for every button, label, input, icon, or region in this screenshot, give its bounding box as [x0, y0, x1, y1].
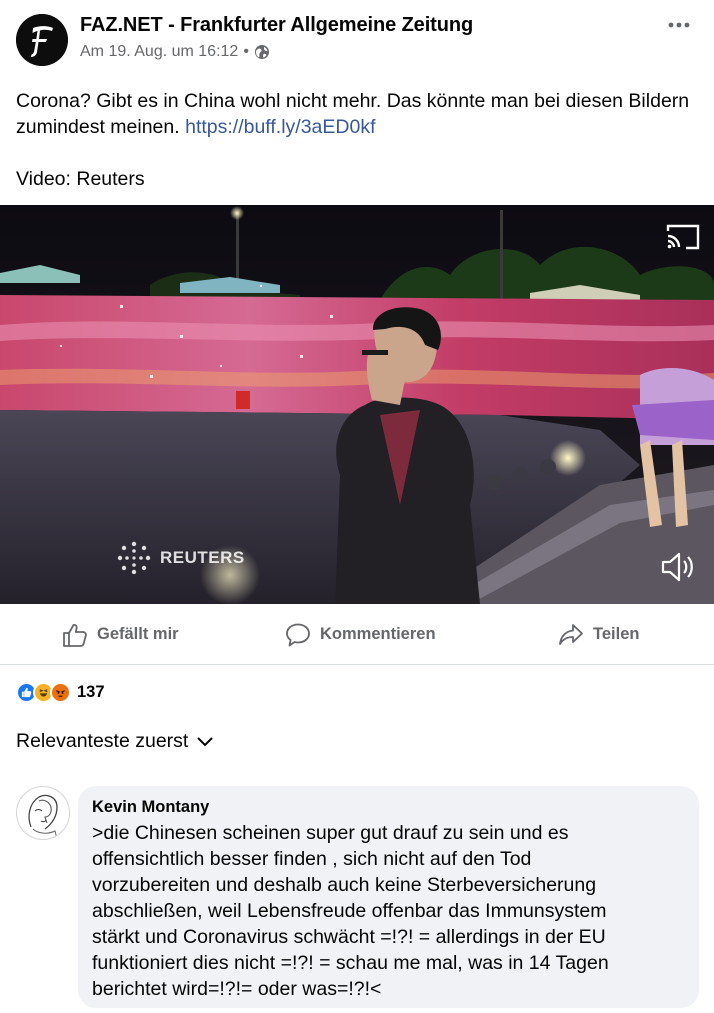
cast-icon	[666, 224, 700, 250]
post-meta: Am 19. Aug. um 16:12 •	[80, 43, 270, 61]
reuters-label: REUTERS	[160, 548, 245, 567]
reuters-logo-icon	[117, 541, 151, 575]
post-credit: Video: Reuters	[16, 168, 145, 190]
reuters-watermark: REUTERS	[116, 540, 245, 576]
video-frame	[0, 205, 714, 604]
more-options-button[interactable]	[666, 12, 692, 38]
reaction-count: 137	[77, 682, 105, 701]
faz-logo-icon	[16, 14, 68, 66]
share-icon	[559, 623, 583, 645]
page-avatar[interactable]	[16, 14, 68, 66]
reactions-summary[interactable]: 137	[16, 680, 105, 704]
comment-bubble: Kevin Montany >die Chinesen scheinen sup…	[78, 786, 699, 1008]
globe-icon	[254, 45, 269, 59]
cast-button[interactable]	[666, 223, 700, 251]
thumbs-up-icon	[63, 623, 87, 647]
comment-icon	[286, 623, 310, 646]
sort-label: Relevanteste zuerst	[16, 730, 189, 752]
sketch-portrait-icon	[28, 794, 58, 839]
comment-sort-dropdown[interactable]: Relevanteste zuerst	[16, 730, 214, 753]
meta-separator: •	[243, 43, 249, 60]
angry-reaction-icon	[50, 681, 71, 703]
post-timestamp[interactable]: Am 19. Aug. um 16:12	[80, 43, 238, 61]
post-action-bar: Gefällt mir Kommentieren Teilen	[0, 604, 714, 665]
video-player[interactable]: REUTERS	[0, 205, 714, 604]
chevron-down-icon	[197, 736, 214, 746]
comment-button[interactable]: Kommentieren	[285, 604, 436, 665]
comment-label: Kommentieren	[320, 625, 436, 643]
like-label: Gefällt mir	[97, 625, 179, 643]
post-text: Corona? Gibt es in China wohl nicht mehr…	[16, 88, 696, 140]
comment-text: >die Chinesen scheinen super gut drauf z…	[92, 822, 609, 1000]
post-link[interactable]: https://buff.ly/3aED0kf	[185, 116, 375, 138]
share-label: Teilen	[593, 625, 640, 643]
page-name[interactable]: FAZ.NET - Frankfurter Allgemeine Zeitung	[80, 14, 473, 37]
volume-button[interactable]	[660, 550, 696, 584]
like-button[interactable]: Gefällt mir	[62, 604, 179, 665]
share-button[interactable]: Teilen	[558, 604, 639, 665]
post-header: FAZ.NET - Frankfurter Allgemeine Zeitung…	[0, 0, 714, 72]
comment-author[interactable]: Kevin Montany	[92, 796, 685, 818]
volume-icon	[661, 552, 693, 582]
more-dots-icon	[668, 22, 690, 28]
commenter-avatar[interactable]	[16, 786, 70, 840]
